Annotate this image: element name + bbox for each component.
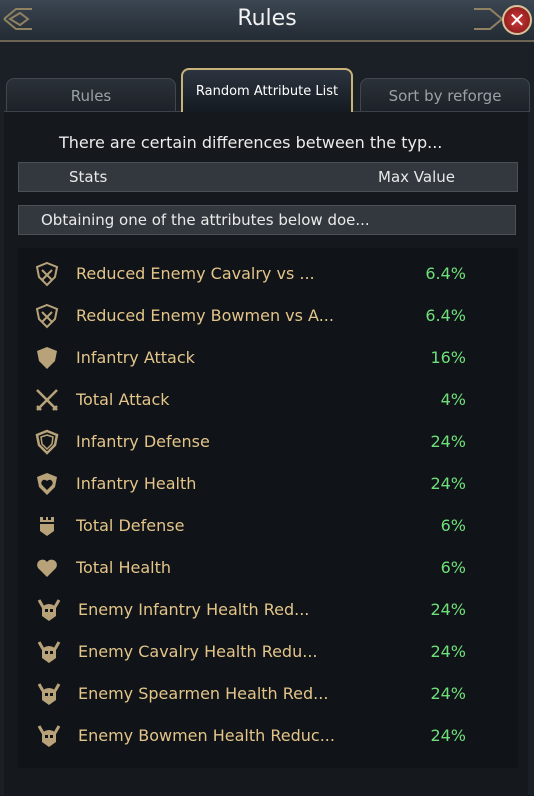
horned-helmet-icon bbox=[37, 599, 61, 621]
shield-icon bbox=[37, 347, 57, 369]
title-bar: Rules ✕ bbox=[0, 0, 534, 42]
list-item: Total Defense 6% bbox=[18, 504, 518, 546]
list-item: Enemy Cavalry Health Redu... 24% bbox=[18, 630, 518, 672]
list-item: Enemy Spearmen Health Red... 24% bbox=[18, 672, 518, 714]
note-text: Obtaining one of the attributes below do… bbox=[18, 205, 516, 235]
attribute-name: Reduced Enemy Cavalry vs ... bbox=[76, 264, 315, 283]
list-item: Enemy Bowmen Health Reduc... 24% bbox=[18, 714, 518, 756]
attribute-name: Enemy Infantry Health Red... bbox=[78, 600, 310, 619]
list-item: Infantry Defense 24% bbox=[18, 420, 518, 462]
crossed-swords-icon bbox=[36, 389, 58, 411]
header-stats: Stats bbox=[69, 168, 108, 186]
list-item: Infantry Health 24% bbox=[18, 462, 518, 504]
tab-sort-by-reforge[interactable]: Sort by reforge bbox=[360, 78, 530, 112]
close-button[interactable]: ✕ bbox=[502, 5, 532, 35]
attribute-value: 6% bbox=[440, 516, 466, 535]
attribute-value: 16% bbox=[430, 348, 466, 367]
attribute-name: Reduced Enemy Bowmen vs A... bbox=[76, 306, 334, 325]
attribute-value: 6.4% bbox=[425, 306, 466, 325]
list-item: Total Attack 4% bbox=[18, 378, 518, 420]
list-item: Reduced Enemy Cavalry vs ... 6.4% bbox=[18, 252, 518, 294]
attribute-value: 24% bbox=[430, 642, 466, 661]
ornament-right-icon bbox=[474, 8, 503, 30]
list-item: Total Health 6% bbox=[18, 546, 518, 588]
attribute-name: Total Defense bbox=[76, 516, 185, 535]
attribute-name: Total Health bbox=[76, 558, 171, 577]
attribute-value: 24% bbox=[430, 684, 466, 703]
tower-shield-icon bbox=[40, 517, 54, 536]
attribute-value: 24% bbox=[430, 600, 466, 619]
attribute-name: Infantry Attack bbox=[76, 348, 195, 367]
tab-random-attribute-list[interactable]: Random Attribute List bbox=[181, 68, 353, 112]
close-icon: ✕ bbox=[508, 8, 526, 32]
shield-crossed-icon bbox=[35, 303, 59, 329]
shield-outline-icon bbox=[35, 429, 59, 455]
intro-text: There are certain differences between th… bbox=[59, 133, 443, 152]
attribute-value: 24% bbox=[430, 474, 466, 493]
attribute-value: 6.4% bbox=[425, 264, 466, 283]
attribute-list[interactable]: Reduced Enemy Cavalry vs ... 6.4% Reduce… bbox=[18, 248, 518, 768]
shield-heart-icon bbox=[37, 473, 57, 495]
list-item: Enemy Infantry Health Red... 24% bbox=[18, 588, 518, 630]
list-item: Infantry Attack 16% bbox=[18, 336, 518, 378]
attribute-name: Infantry Health bbox=[76, 474, 197, 493]
attribute-value: 24% bbox=[430, 726, 466, 745]
tab-rules[interactable]: Rules bbox=[6, 78, 176, 112]
heart-icon bbox=[37, 559, 57, 577]
attribute-name: Enemy Cavalry Health Redu... bbox=[78, 642, 318, 661]
horned-helmet-icon bbox=[37, 641, 61, 663]
table-header: Stats Max Value bbox=[18, 162, 518, 192]
attribute-value: 4% bbox=[440, 390, 466, 409]
attribute-name: Enemy Spearmen Health Red... bbox=[78, 684, 329, 703]
window-title: Rules bbox=[237, 6, 297, 31]
attribute-name: Infantry Defense bbox=[76, 432, 210, 451]
attribute-value: 24% bbox=[430, 432, 466, 451]
attribute-name: Total Attack bbox=[76, 390, 170, 409]
attribute-name: Enemy Bowmen Health Reduc... bbox=[78, 726, 335, 745]
header-max-value: Max Value bbox=[378, 168, 455, 186]
horned-helmet-icon bbox=[37, 725, 61, 747]
horned-helmet-icon bbox=[37, 683, 61, 705]
attribute-value: 6% bbox=[440, 558, 466, 577]
list-item: Reduced Enemy Bowmen vs A... 6.4% bbox=[18, 294, 518, 336]
shield-crossed-icon bbox=[35, 261, 59, 287]
